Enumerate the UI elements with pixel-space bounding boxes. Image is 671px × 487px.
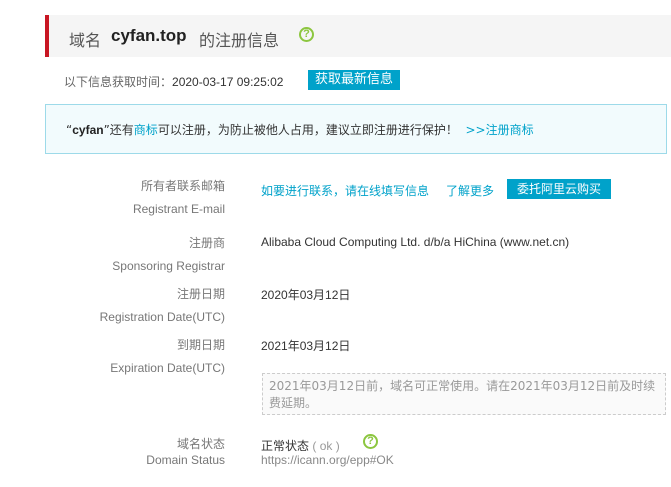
domain-status-text: 正常状态: [261, 439, 310, 453]
domain-name: cyfan.top: [111, 26, 187, 45]
registration-date-label-en: Registration Date(UTC): [99, 310, 225, 324]
notice-text-2: 可以注册，为防止被他人占用，建议立即注册进行保护！: [157, 123, 458, 137]
registrar-label: 注册商 Sponsoring Registrar: [112, 235, 225, 274]
fetch-time-row: 以下信息获取时间：2020-03-17 09:25:02: [64, 73, 283, 90]
registrar-label-en: Sponsoring Registrar: [112, 259, 225, 273]
domain-status-value: 正常状态 ( ok ): [261, 437, 340, 454]
expiration-date-value: 2021年03月12日: [261, 339, 351, 353]
learn-more-link[interactable]: 了解更多: [446, 182, 494, 199]
expiration-date-label-en: Expiration Date(UTC): [110, 361, 225, 375]
domain-status-label-en: Domain Status: [146, 453, 225, 467]
domain-status-code: ( ok ): [312, 439, 340, 453]
domain-status-url: https://icann.org/epp#OK: [261, 453, 394, 467]
notice-text-1: ”还有: [103, 123, 134, 137]
question-circle-icon[interactable]: ?: [363, 434, 378, 449]
contact-form-link[interactable]: 如要进行联系，请在线填写信息: [261, 182, 429, 199]
whois-page: 域名 cyfan.top 的注册信息 ? 以下信息获取时间：2020-03-17…: [0, 0, 671, 487]
delegate-purchase-button[interactable]: 委托阿里云购买: [507, 179, 611, 199]
registrar-value: Alibaba Cloud Computing Ltd. d/b/a HiChi…: [261, 235, 570, 249]
header-suffix: 的注册信息: [199, 31, 280, 50]
expiration-hint: 2021年03月12日前，域名可正常使用。请在2021年03月12日前及时续费延…: [262, 373, 666, 415]
notice-name: cyfan: [72, 123, 104, 137]
question-circle-icon[interactable]: ?: [299, 27, 314, 42]
header-prefix: 域名: [69, 31, 102, 50]
expiration-date-label: 到期日期 Expiration Date(UTC): [110, 337, 225, 376]
fetch-time-value: 2020-03-17 09:25:02: [172, 75, 284, 89]
trademark-link[interactable]: 商标: [134, 123, 158, 137]
email-label: 所有者联系邮箱 Registrant E-mail: [133, 178, 225, 217]
expiration-date-label-cn: 到期日期: [176, 338, 225, 352]
register-trademark-link[interactable]: >>注册商标: [465, 123, 533, 137]
registrar-label-cn: 注册商: [188, 236, 225, 250]
fetch-time-label: 以下信息获取时间：: [64, 75, 173, 89]
email-label-cn: 所有者联系邮箱: [140, 179, 225, 193]
notice-message: “cyfan”还有商标可以注册，为防止被他人占用，建议立即注册进行保护！ >>注…: [66, 121, 534, 138]
email-label-en: Registrant E-mail: [132, 202, 225, 216]
page-header: 域名 cyfan.top 的注册信息 ?: [45, 15, 671, 57]
domain-status-label-cn: 域名状态: [176, 437, 225, 451]
registration-date-label: 注册日期 Registration Date(UTC): [100, 286, 225, 325]
registration-date-value: 2020年03月12日: [261, 288, 351, 302]
trademark-notice: “cyfan”还有商标可以注册，为防止被他人占用，建议立即注册进行保护！ >>注…: [45, 104, 667, 154]
domain-status-label: 域名状态 Domain Status: [146, 436, 225, 468]
registration-date-label-cn: 注册日期: [176, 287, 225, 301]
refresh-info-button[interactable]: 获取最新信息: [308, 70, 400, 90]
